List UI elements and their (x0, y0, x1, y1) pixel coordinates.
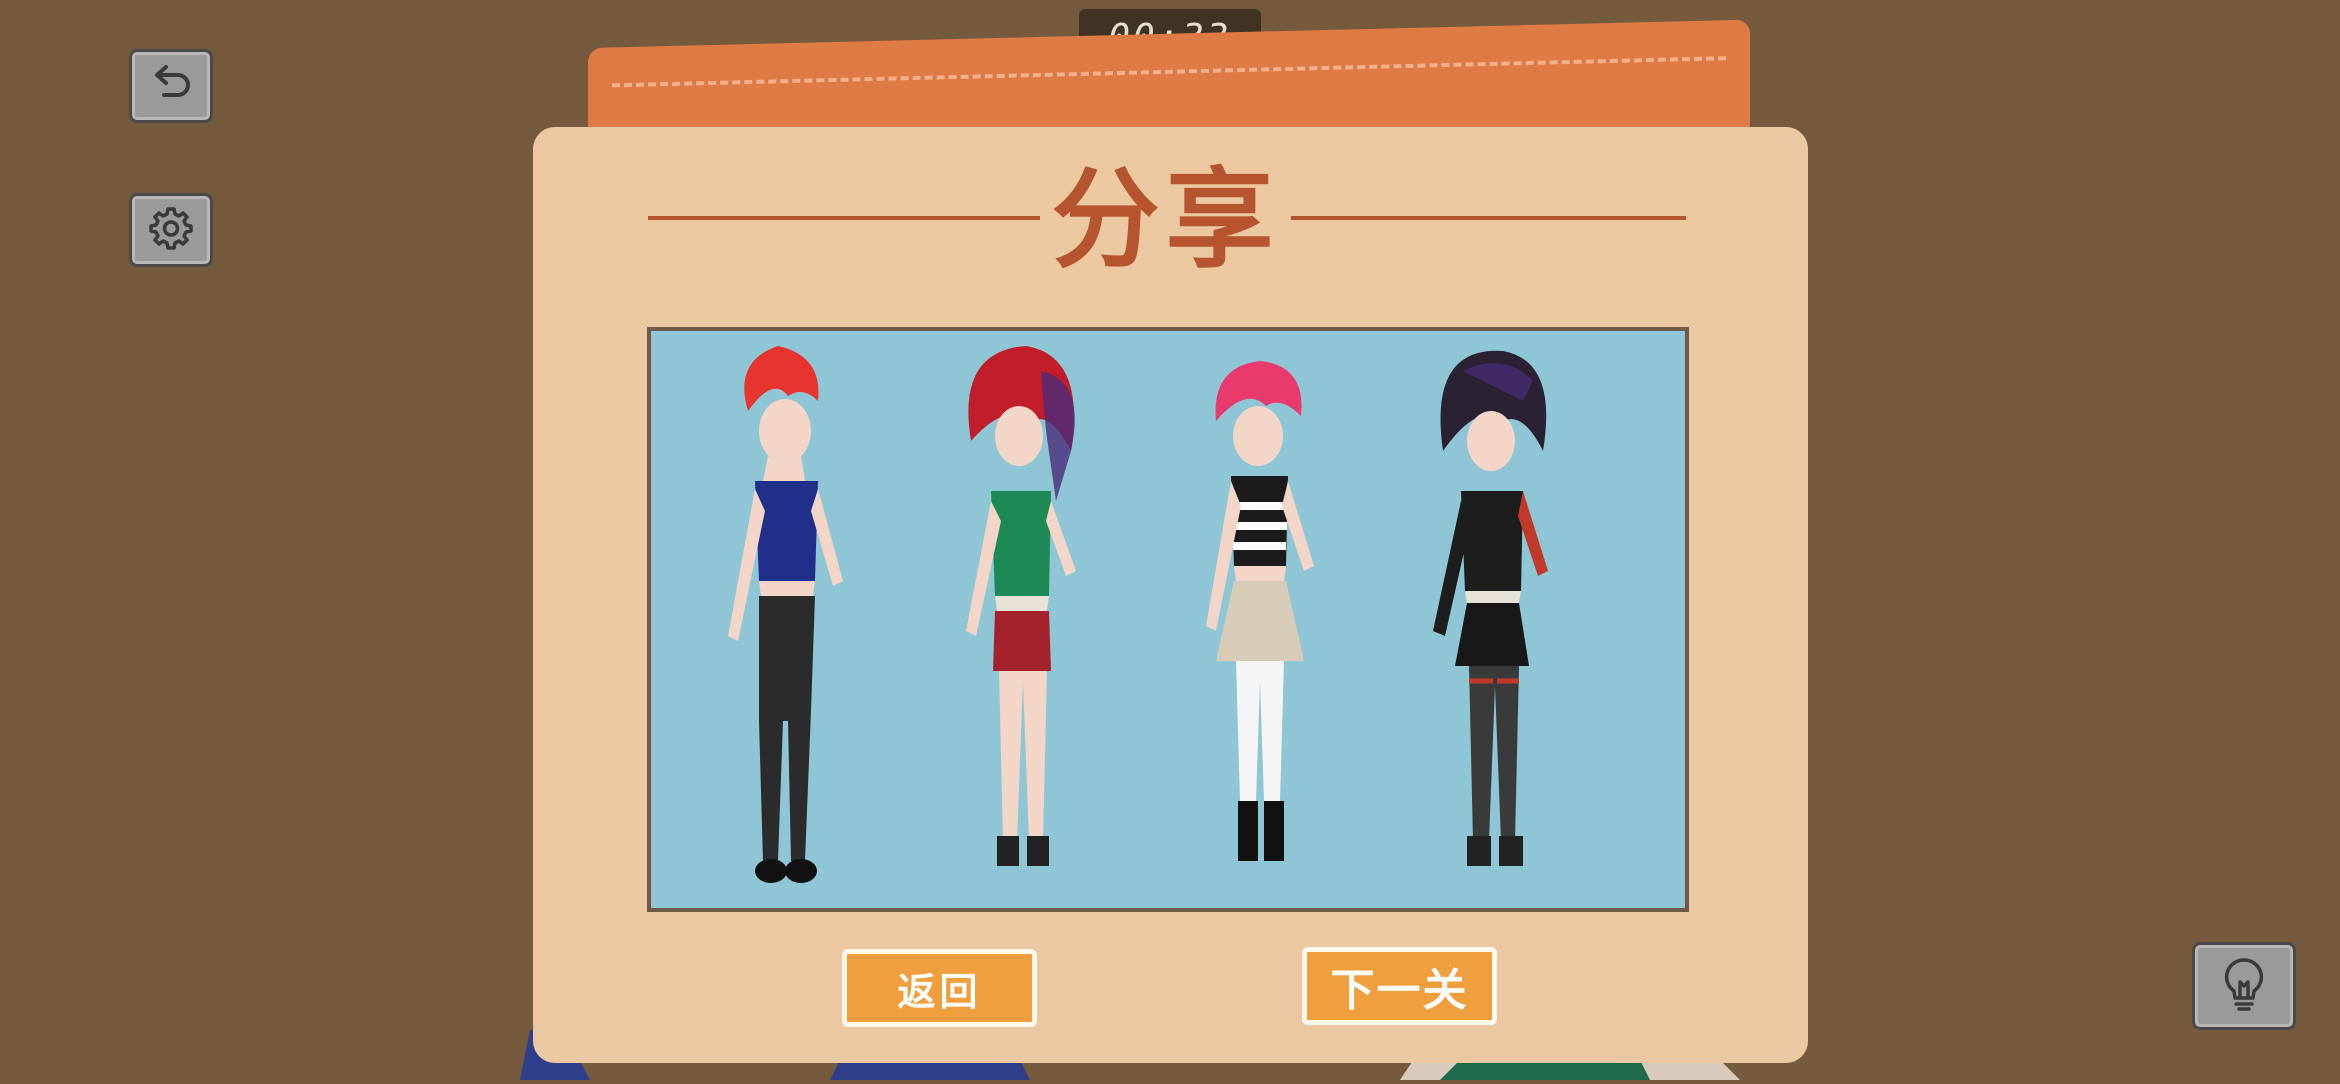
settings-button[interactable] (129, 193, 213, 267)
lightbulb-icon (2216, 954, 2272, 1018)
share-image (647, 327, 1689, 912)
character-figure (966, 346, 1076, 866)
character-figure (728, 346, 843, 883)
title-divider-right (1291, 216, 1686, 220)
character-figure (1433, 350, 1548, 866)
next-level-button[interactable]: 下一关 (1302, 947, 1497, 1025)
stitch-line (612, 56, 1726, 88)
character-figure (1206, 361, 1314, 861)
undo-button[interactable] (129, 49, 213, 123)
hint-button[interactable] (2192, 942, 2296, 1030)
undo-icon (146, 59, 196, 113)
back-button[interactable]: 返回 (842, 949, 1037, 1027)
gear-icon (146, 203, 196, 257)
title-divider-left (648, 216, 1040, 220)
share-dialog: 分享 返回 下一关 (533, 127, 1808, 1063)
dialog-title: 分享 (1051, 158, 1280, 283)
